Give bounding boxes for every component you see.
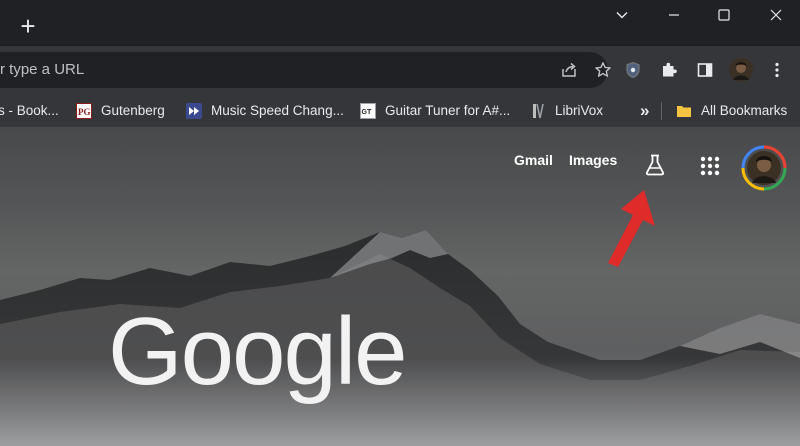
side-panel-icon xyxy=(697,63,713,77)
profile-avatar xyxy=(729,58,753,82)
shield-extension-button[interactable] xyxy=(615,52,651,88)
images-link[interactable]: Images xyxy=(569,152,617,168)
puzzle-extensions-icon xyxy=(663,62,677,77)
gutenberg-favicon-text: PG xyxy=(78,107,91,117)
search-labs-button[interactable] xyxy=(640,150,670,180)
profile-button[interactable] xyxy=(723,52,759,88)
bookmarks-bar: s - Book... PG Gutenberg Music Speed Cha… xyxy=(0,94,800,128)
bookmark-item-partial[interactable]: s - Book... xyxy=(0,94,59,127)
flask-icon xyxy=(645,154,665,176)
bookmark-item-librivox[interactable]: LibriVox xyxy=(530,94,603,127)
share-icon xyxy=(562,62,576,77)
bookmark-label: LibriVox xyxy=(555,103,604,118)
close-window-button[interactable] xyxy=(750,0,800,30)
extensions-button[interactable] xyxy=(651,52,687,88)
browser-menu-button[interactable] xyxy=(759,52,795,88)
address-bar[interactable]: r type a URL xyxy=(0,52,611,88)
shield-extension-icon xyxy=(626,61,640,79)
gmail-link[interactable]: Gmail xyxy=(514,152,553,168)
account-avatar xyxy=(741,145,787,191)
bookmark-label: s - Book... xyxy=(0,103,59,118)
maximize-button[interactable] xyxy=(698,0,750,30)
bookmark-label: Guitar Tuner for A#... xyxy=(385,103,511,118)
new-tab-button[interactable]: + xyxy=(14,12,42,40)
chevron-down-icon xyxy=(616,12,628,19)
bookmark-item-music-speed[interactable]: Music Speed Chang... xyxy=(186,94,344,127)
new-tab-page: Gmail Images Google xyxy=(0,128,800,446)
folder-icon xyxy=(677,105,691,117)
bookmark-label: Gutenberg xyxy=(101,103,165,118)
close-icon xyxy=(770,9,782,21)
google-logo: Google xyxy=(108,298,408,405)
bookmark-item-gutenberg[interactable]: PG Gutenberg xyxy=(76,94,165,127)
google-account-button[interactable] xyxy=(741,145,787,191)
plus-icon: + xyxy=(20,11,36,41)
menu-dots-icon xyxy=(775,62,779,78)
bookmarks-overflow-button[interactable]: » xyxy=(640,94,649,127)
toolbar: r type a URL xyxy=(0,46,800,94)
guitar-tuner-favicon-text: GT xyxy=(362,109,372,116)
address-bar-placeholder[interactable]: r type a URL xyxy=(0,52,84,88)
bookmark-item-guitar-tuner[interactable]: GT Guitar Tuner for A#... xyxy=(360,94,510,127)
tab-strip: + xyxy=(0,0,800,46)
red-pointer-arrow xyxy=(608,190,655,267)
fast-forward-icon xyxy=(186,102,202,119)
side-panel-button[interactable] xyxy=(687,52,723,88)
apps-grid-icon xyxy=(700,156,720,176)
minimize-button[interactable] xyxy=(648,0,700,30)
minimize-icon xyxy=(669,14,679,16)
google-apps-button[interactable] xyxy=(696,152,724,180)
all-bookmarks-button[interactable]: All Bookmarks xyxy=(676,94,787,127)
star-icon xyxy=(595,62,611,77)
share-button[interactable] xyxy=(552,52,586,88)
tab-search-button[interactable] xyxy=(596,0,648,30)
all-bookmarks-label: All Bookmarks xyxy=(701,103,788,118)
chevron-double-right-icon: » xyxy=(640,100,650,120)
bookmarks-separator xyxy=(661,102,662,120)
maximize-icon xyxy=(718,9,730,21)
guitar-tuner-favicon: GT xyxy=(360,102,376,119)
bookmark-label: Music Speed Chang... xyxy=(211,103,344,118)
librivox-favicon xyxy=(533,103,544,118)
gutenberg-favicon: PG xyxy=(76,102,92,119)
